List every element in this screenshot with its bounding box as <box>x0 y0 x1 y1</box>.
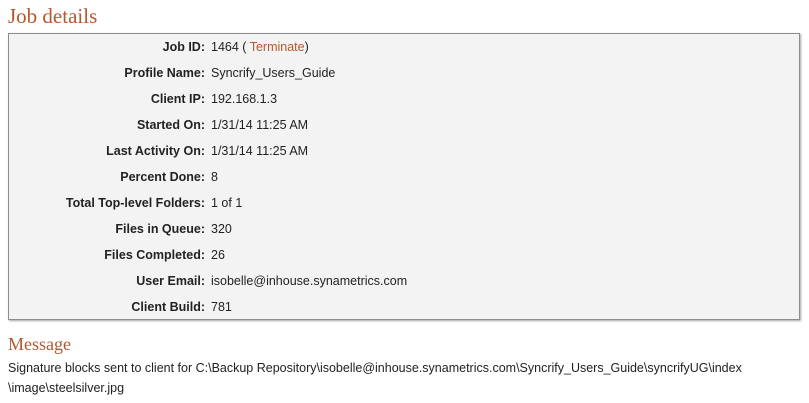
detail-row-percent-done: Percent Done: 8 <box>9 164 799 190</box>
detail-row-files-completed: Files Completed: 26 <box>9 242 799 268</box>
detail-row-client-build: Client Build: 781 <box>9 294 799 320</box>
terminate-open-paren: ( <box>238 40 250 54</box>
detail-row-last-activity-on: Last Activity On: 1/31/14 11:25 AM <box>9 138 799 164</box>
detail-value: 1/31/14 11:25 AM <box>211 118 309 132</box>
detail-value: isobelle@inhouse.synametrics.com <box>211 274 408 288</box>
detail-row-total-top-level-folders: Total Top-level Folders: 1 of 1 <box>9 190 799 216</box>
detail-label: Percent Done: <box>120 170 205 184</box>
detail-value: Syncrify_Users_Guide <box>211 66 336 80</box>
message-line: Signature blocks sent to client for C:\B… <box>8 361 742 375</box>
job-details-panel: Job ID: 1464 ( Terminate) Profile Name: … <box>8 33 800 320</box>
detail-label: Client Build: <box>131 300 205 314</box>
message-line: \image\steelsilver.jpg <box>8 381 125 395</box>
detail-value: 8 <box>211 170 218 184</box>
message-title: Message <box>8 334 71 354</box>
message-text: Signature blocks sent to client for C:\B… <box>8 358 798 398</box>
detail-label: Total Top-level Folders: <box>65 196 205 210</box>
job-details-title: Job details <box>8 4 98 28</box>
detail-value: 320 <box>211 222 232 236</box>
detail-row-files-in-queue: Files in Queue: 320 <box>9 216 799 242</box>
detail-label: User Email: <box>136 274 205 288</box>
detail-label: Files in Queue: <box>115 222 205 236</box>
detail-label: Client IP: <box>150 92 205 106</box>
job-id-value: 1464 <box>211 40 239 54</box>
detail-value: 192.168.1.3 <box>211 92 278 106</box>
detail-row-profile-name: Profile Name: Syncrify_Users_Guide <box>9 60 799 86</box>
detail-label: Started On: <box>136 118 205 132</box>
detail-row-user-email: User Email: isobelle@inhouse.synametrics… <box>9 268 799 294</box>
detail-value: 1/31/14 11:25 AM <box>211 144 309 158</box>
detail-label: Files Completed: <box>104 248 205 262</box>
detail-value: 1 of 1 <box>211 196 243 210</box>
terminate-link[interactable]: Terminate <box>250 40 305 54</box>
terminate-close-paren: ) <box>304 40 309 54</box>
detail-label: Job ID: <box>162 40 205 54</box>
detail-value: 781 <box>211 300 232 314</box>
detail-row-started-on: Started On: 1/31/14 11:25 AM <box>9 112 799 138</box>
detail-row-client-ip: Client IP: 192.168.1.3 <box>9 86 799 112</box>
detail-label: Last Activity On: <box>106 144 205 158</box>
detail-value: 1464 ( Terminate) <box>211 34 309 60</box>
detail-label: Profile Name: <box>124 66 205 80</box>
detail-value: 26 <box>211 248 225 262</box>
detail-row-job-id: Job ID: 1464 ( Terminate) <box>9 34 799 60</box>
